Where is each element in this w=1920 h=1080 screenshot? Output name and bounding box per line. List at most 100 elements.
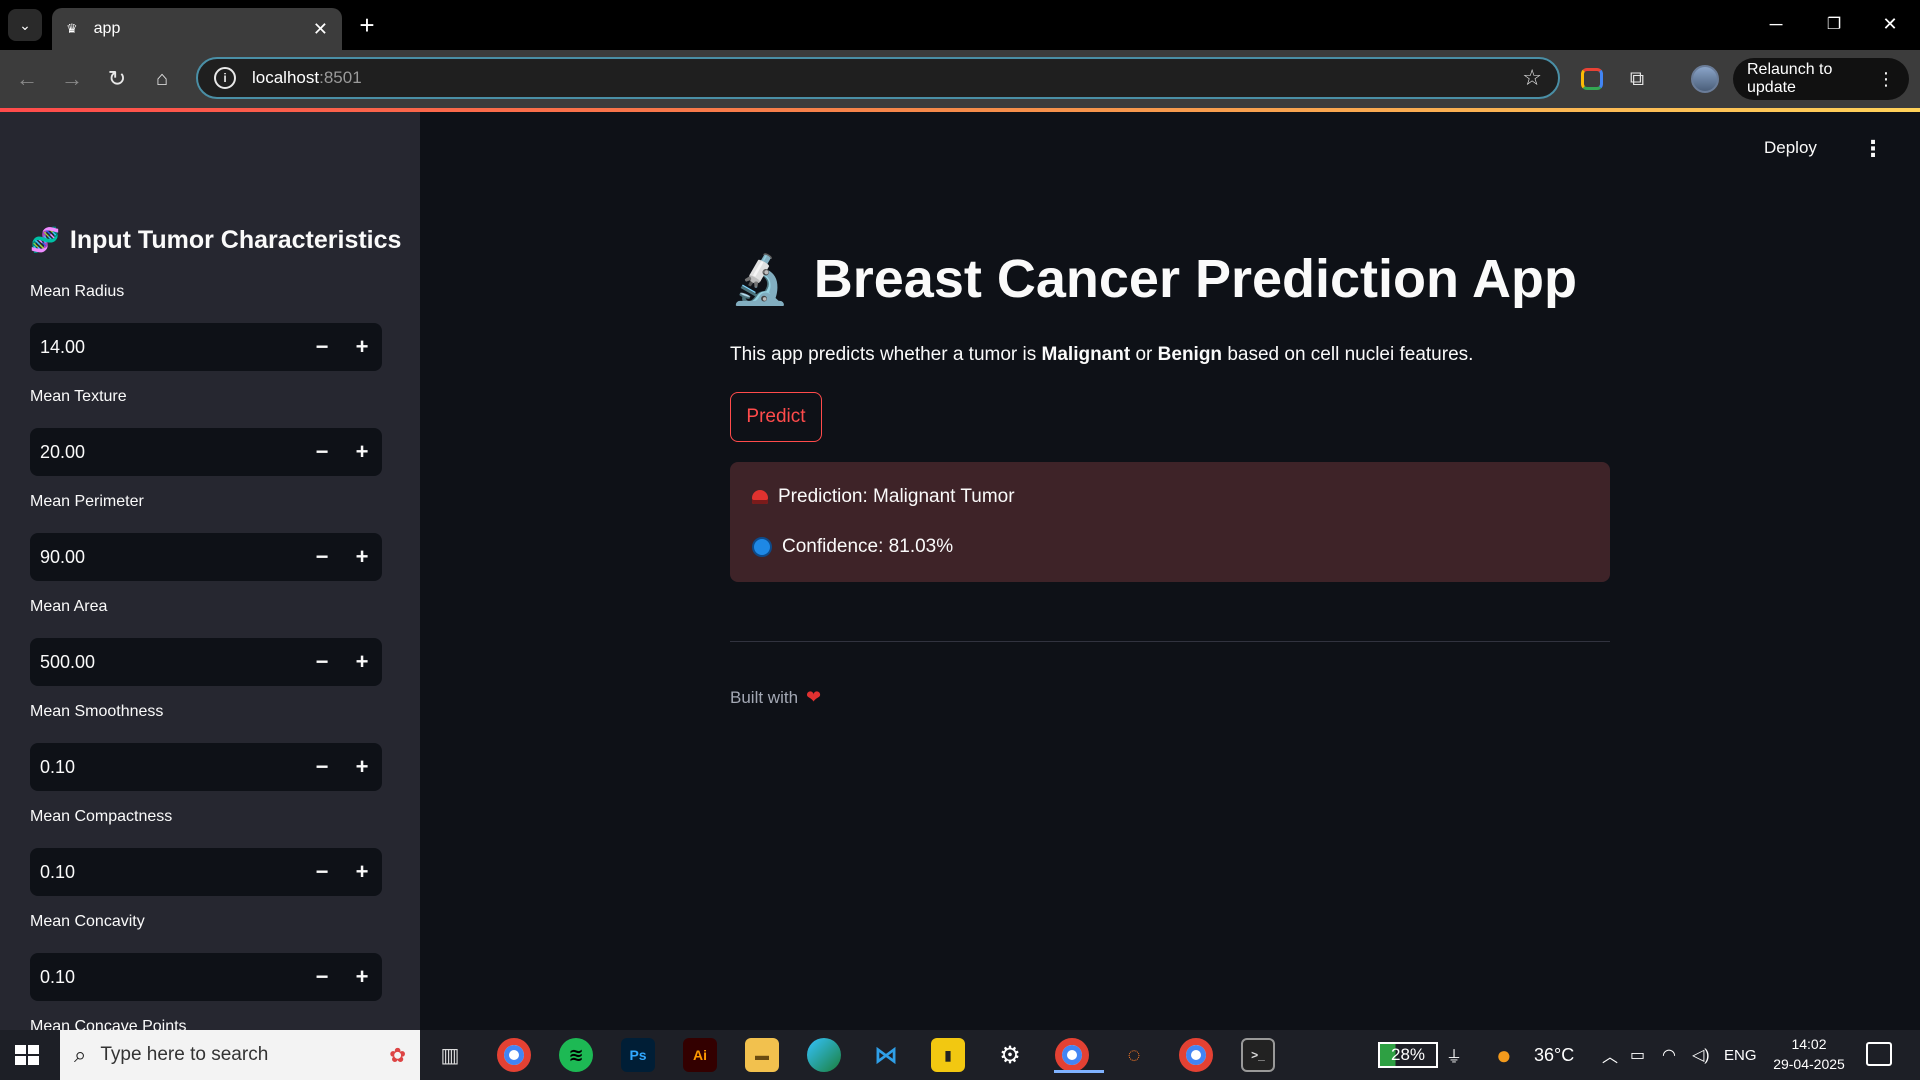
- sidebar: 🧬 Input Tumor Characteristics Mean Radiu…: [0, 112, 420, 1030]
- wifi-icon[interactable]: ◠: [1662, 1030, 1676, 1080]
- address-bar[interactable]: i localhost:8501 ☆: [196, 57, 1560, 99]
- microscope-icon: 🔬: [730, 253, 790, 307]
- footer: Built with ❤: [730, 687, 821, 708]
- edge-icon[interactable]: [807, 1038, 841, 1072]
- close-window-button[interactable]: ✕: [1862, 8, 1918, 40]
- extensions-icon[interactable]: ⧉: [1622, 64, 1652, 94]
- field-mean-perimeter: Mean Perimeter 90.00 − +: [30, 493, 382, 581]
- increment-button[interactable]: +: [342, 323, 382, 371]
- number-value[interactable]: 0.10: [40, 862, 302, 883]
- show-hidden-icons-chevron-icon[interactable]: ︿: [1602, 1030, 1618, 1080]
- notifications-icon[interactable]: [1866, 1042, 1892, 1066]
- battery-tray-icon[interactable]: ▭: [1630, 1030, 1645, 1080]
- number-input[interactable]: 0.10 − +: [30, 743, 382, 791]
- footer-text: Built with: [730, 687, 799, 707]
- minimize-button[interactable]: ─: [1748, 8, 1804, 40]
- number-value[interactable]: 20.00: [40, 442, 302, 463]
- browser-tab[interactable]: ♛ app ✕: [52, 8, 342, 50]
- weather-sun-icon[interactable]: ●: [1496, 1030, 1512, 1080]
- number-input[interactable]: 14.00 − +: [30, 323, 382, 371]
- field-label: Mean Concavity: [30, 913, 145, 930]
- streamlit-favicon-icon: ♛: [66, 21, 78, 36]
- intro-text: This app predicts whether a tumor is Mal…: [730, 344, 1474, 365]
- decrement-button[interactable]: −: [302, 533, 342, 581]
- restore-button[interactable]: ❐: [1806, 8, 1862, 40]
- illustrator-icon[interactable]: Ai: [683, 1038, 717, 1072]
- increment-button[interactable]: +: [342, 953, 382, 1001]
- predict-button[interactable]: Predict: [730, 392, 822, 442]
- search-placeholder: Type here to search: [100, 1044, 269, 1065]
- battery-indicator[interactable]: 28%: [1378, 1042, 1438, 1068]
- power-bi-icon[interactable]: ▮: [931, 1038, 965, 1072]
- chrome-icon[interactable]: [497, 1038, 531, 1072]
- url-text[interactable]: localhost:8501: [252, 68, 1522, 88]
- number-value[interactable]: 0.10: [40, 967, 302, 988]
- relaunch-label: Relaunch to update: [1747, 61, 1833, 96]
- decrement-button[interactable]: −: [302, 743, 342, 791]
- number-input[interactable]: 500.00 − +: [30, 638, 382, 686]
- bookmark-star-icon[interactable]: ☆: [1522, 65, 1542, 91]
- chrome-profile-icon[interactable]: [1054, 1038, 1104, 1073]
- field-label: Mean Texture: [30, 388, 127, 405]
- tab-close-icon[interactable]: ✕: [313, 19, 328, 40]
- page-title: 🔬 Breast Cancer Prediction App: [730, 248, 1577, 310]
- spotify-icon[interactable]: ≋: [559, 1038, 593, 1072]
- volume-icon[interactable]: ◁): [1692, 1030, 1710, 1080]
- settings-gear-icon[interactable]: ⚙: [993, 1038, 1027, 1072]
- vscode-icon[interactable]: ⋈: [869, 1038, 903, 1072]
- increment-button[interactable]: +: [342, 428, 382, 476]
- number-input[interactable]: 0.10 − +: [30, 953, 382, 1001]
- number-input[interactable]: 0.10 − +: [30, 848, 382, 896]
- language-indicator[interactable]: ENG: [1724, 1030, 1757, 1080]
- decrement-button[interactable]: −: [302, 323, 342, 371]
- prediction-text: Prediction: Malignant Tumor: [778, 486, 1015, 507]
- sidebar-title-text: Input Tumor Characteristics: [69, 226, 402, 254]
- number-value[interactable]: 500.00: [40, 652, 302, 673]
- site-info-icon[interactable]: i: [214, 67, 236, 89]
- taskbar-search-box[interactable]: ⌕ Type here to search ✿: [60, 1030, 420, 1080]
- decrement-button[interactable]: −: [302, 428, 342, 476]
- increment-button[interactable]: +: [342, 848, 382, 896]
- power-plug-icon: ⏚: [1446, 1049, 1463, 1066]
- jupyter-icon[interactable]: ◌: [1117, 1038, 1151, 1072]
- increment-button[interactable]: +: [342, 638, 382, 686]
- field-mean-concave-points: Mean Concave Points: [30, 1018, 382, 1030]
- number-input[interactable]: 20.00 − +: [30, 428, 382, 476]
- tab-search-icon[interactable]: ⌄: [8, 9, 42, 41]
- field-mean-compactness: Mean Compactness 0.10 − +: [30, 808, 382, 896]
- new-tab-button[interactable]: +: [352, 10, 382, 40]
- field-mean-concavity: Mean Concavity 0.10 − +: [30, 913, 382, 1001]
- decrement-button[interactable]: −: [302, 953, 342, 1001]
- reload-icon[interactable]: ↻: [100, 62, 134, 96]
- increment-button[interactable]: +: [342, 533, 382, 581]
- weather-temp[interactable]: 36°C: [1534, 1030, 1574, 1080]
- increment-button[interactable]: +: [342, 743, 382, 791]
- file-explorer-icon[interactable]: ▬: [745, 1038, 779, 1072]
- system-clock[interactable]: 14:02 29-04-2025: [1764, 1034, 1854, 1074]
- profile-avatar[interactable]: [1690, 64, 1720, 94]
- decrement-button[interactable]: −: [302, 638, 342, 686]
- kebab-menu-icon[interactable]: ⋮: [1862, 136, 1884, 162]
- home-icon[interactable]: ⌂: [145, 62, 179, 96]
- number-value[interactable]: 14.00: [40, 337, 302, 358]
- number-value[interactable]: 0.10: [40, 757, 302, 778]
- number-value[interactable]: 90.00: [40, 547, 302, 568]
- browser-menu-icon[interactable]: ⋮: [1877, 69, 1895, 90]
- chrome-alt-icon[interactable]: [1179, 1038, 1213, 1072]
- prediction-alert: Prediction: Malignant Tumor Confidence: …: [730, 462, 1610, 582]
- forward-icon[interactable]: →: [55, 62, 89, 96]
- number-input[interactable]: 90.00 − +: [30, 533, 382, 581]
- back-icon[interactable]: ←: [10, 62, 44, 96]
- task-view-icon[interactable]: ▥: [433, 1038, 467, 1072]
- photoshop-icon[interactable]: Ps: [621, 1038, 655, 1072]
- heart-icon: ❤: [806, 687, 822, 707]
- relaunch-to-update-button[interactable]: Relaunch to update ⋮: [1733, 58, 1909, 100]
- terminal-icon[interactable]: >_: [1241, 1038, 1275, 1072]
- decrement-button[interactable]: −: [302, 848, 342, 896]
- start-windows-icon[interactable]: [10, 1040, 44, 1070]
- field-label: Mean Concave Points: [30, 1018, 187, 1030]
- field-label: Mean Perimeter: [30, 493, 144, 510]
- deploy-button[interactable]: Deploy: [1764, 138, 1817, 158]
- siren-icon: [752, 490, 768, 504]
- google-lens-icon[interactable]: [1577, 64, 1607, 94]
